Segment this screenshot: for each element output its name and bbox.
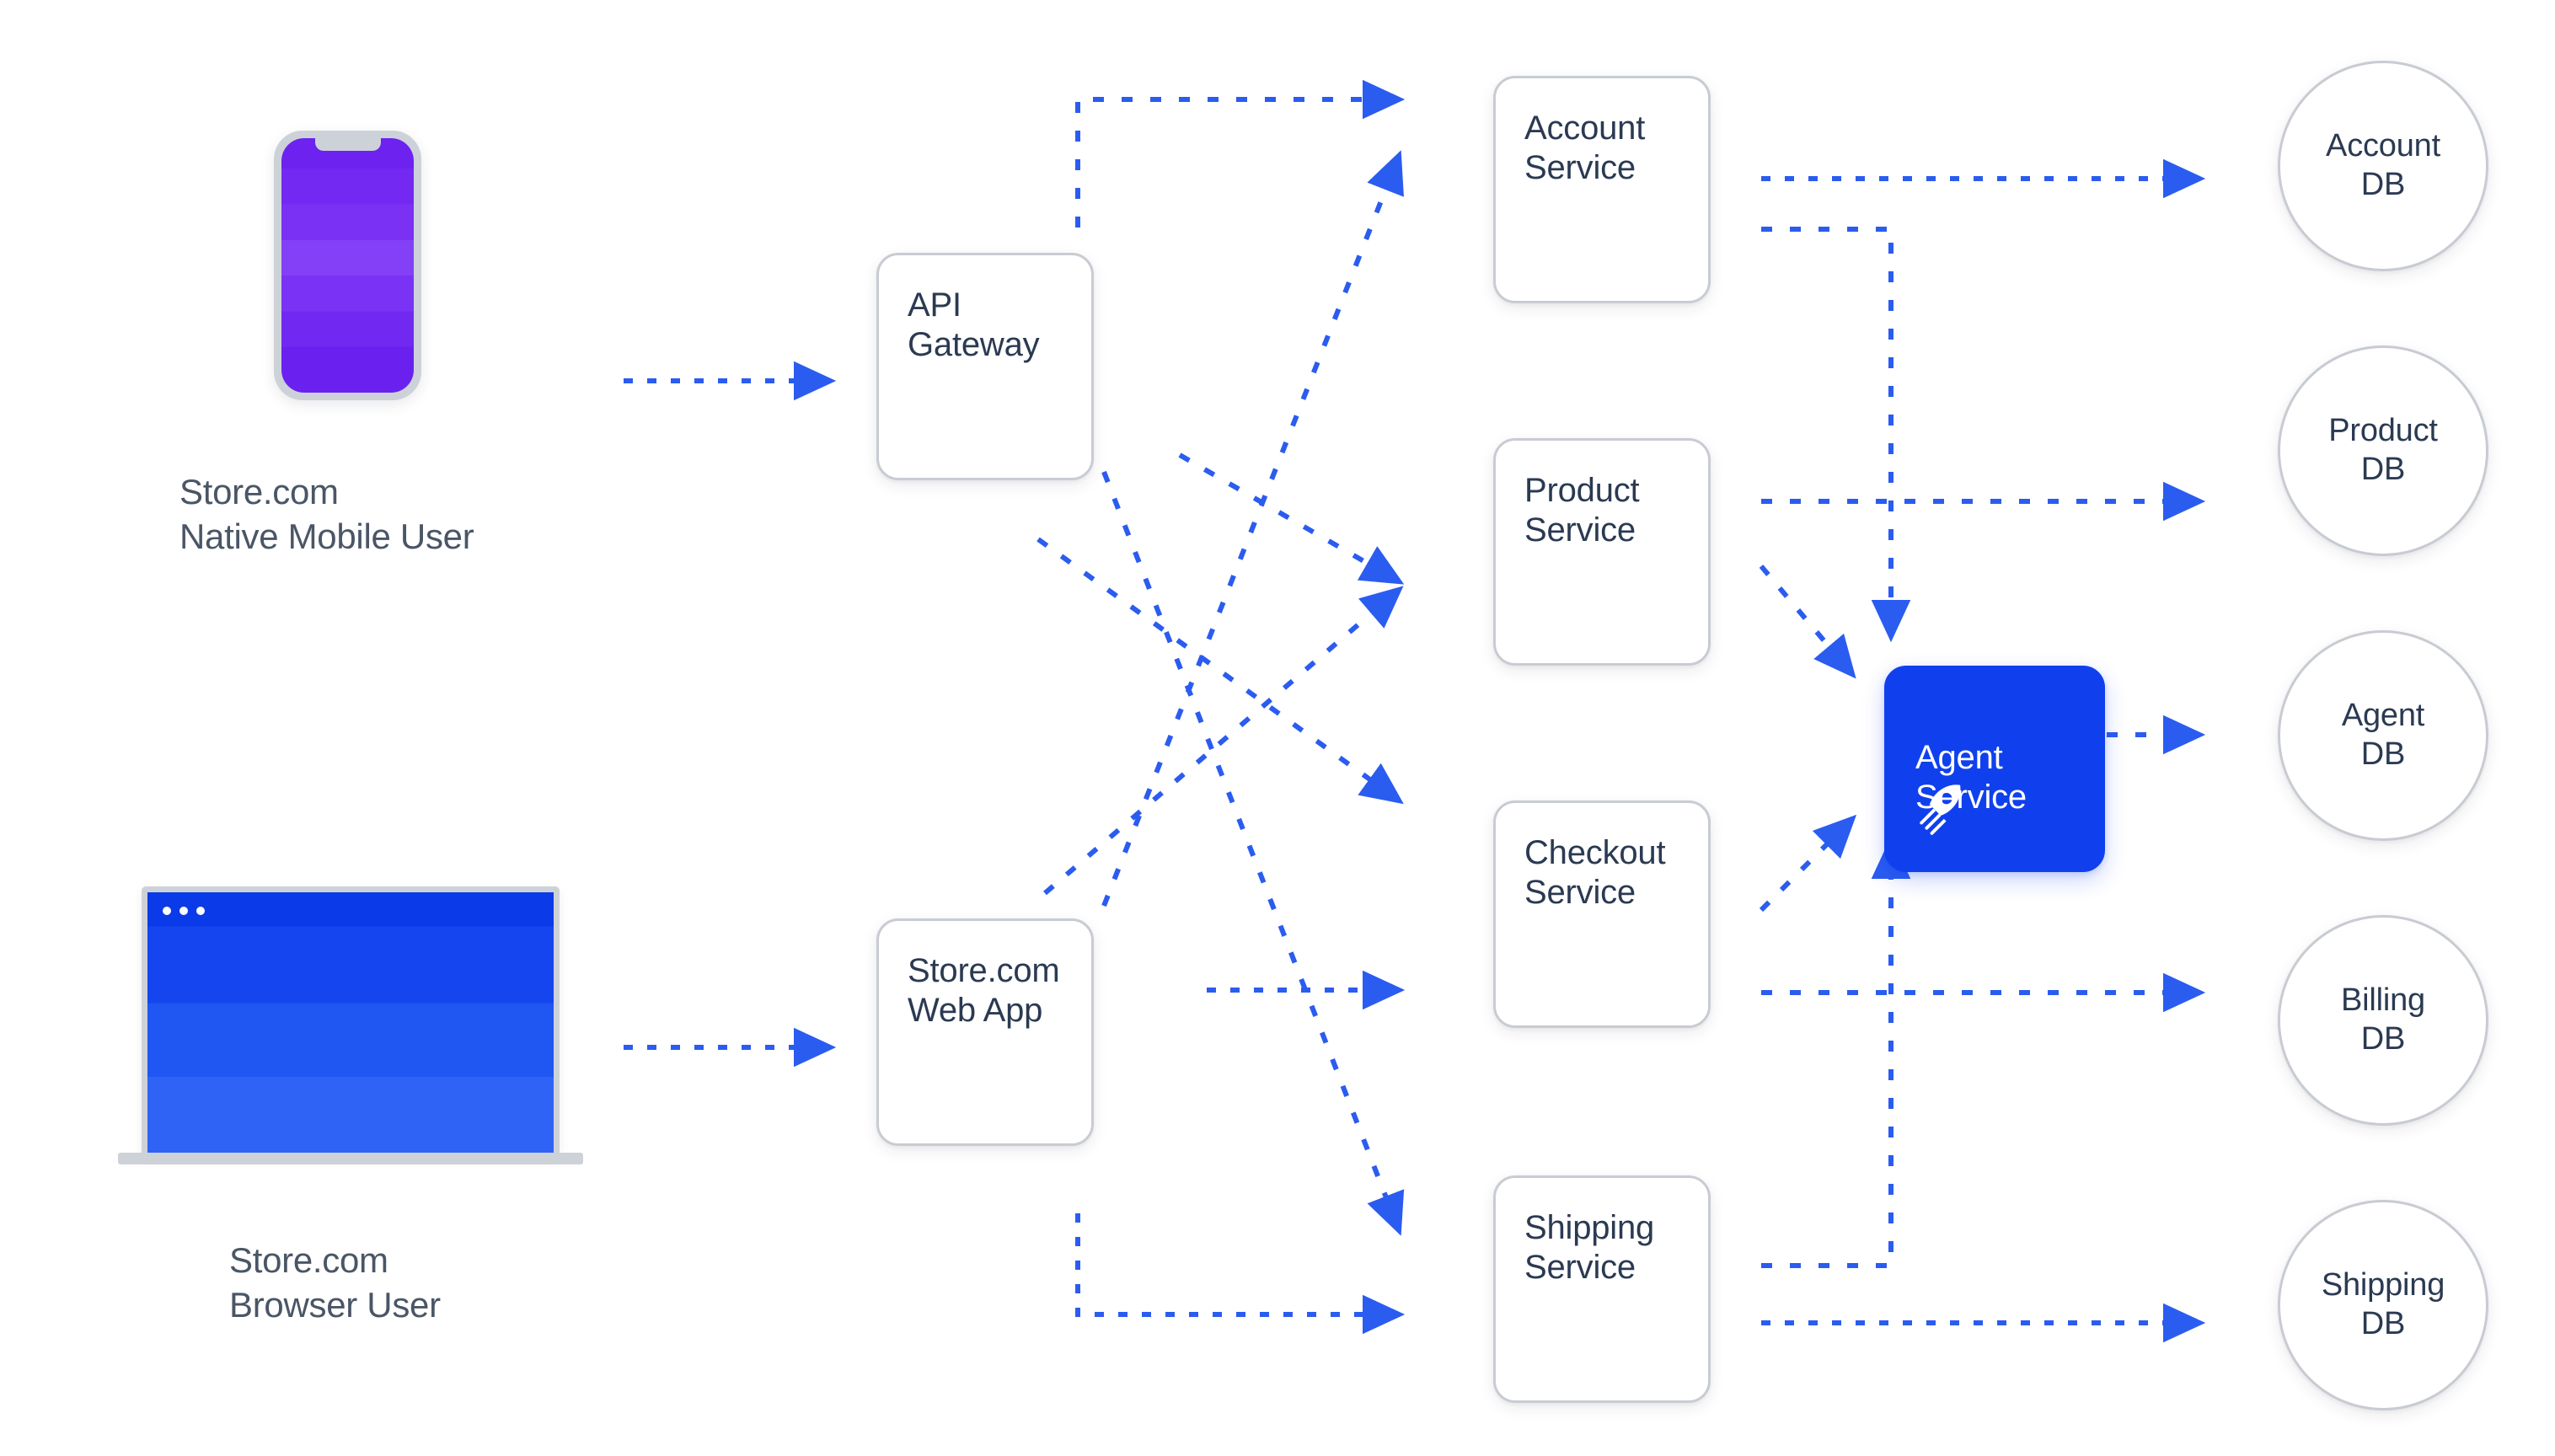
product-db-node[interactable]: Product DB: [2278, 345, 2488, 556]
edge-web-app-to-account-service: [1101, 150, 1404, 907]
edge-web-app-to-product-service: [1043, 586, 1404, 896]
account-db-node[interactable]: Account DB: [2278, 61, 2488, 271]
edge-account-service-to-agent-service: [1761, 227, 1911, 643]
shipping-service-node[interactable]: Shipping Service: [1493, 1175, 1711, 1403]
laptop-screen: [147, 892, 554, 1156]
rocket-icon: [1920, 784, 1961, 835]
agent-service-node[interactable]: Agent Service: [1884, 666, 2105, 872]
phone-screen: [281, 138, 414, 393]
edge-api-gateway-to-account-service: [1075, 79, 1406, 228]
account-service-node[interactable]: Account Service: [1493, 76, 1711, 303]
browser-user-label: Store.com Browser User: [229, 1240, 441, 1325]
smartphone-icon: [274, 131, 421, 400]
edge-web-app-to-shipping-service: [1075, 1213, 1406, 1335]
product-service-node[interactable]: Product Service: [1493, 438, 1711, 666]
billing-db-node[interactable]: Billing DB: [2278, 915, 2488, 1126]
checkout-service-node[interactable]: Checkout Service: [1493, 800, 1711, 1028]
edge-checkout-service-to-agent-service: [1759, 814, 1857, 913]
edge-api-gateway-to-shipping-service: [1101, 470, 1405, 1236]
edge-api-gateway-to-checkout-service: [1036, 537, 1404, 805]
phone-notch: [314, 138, 381, 151]
laptop-base: [118, 1153, 583, 1164]
web-app-node[interactable]: Store.com Web App: [876, 918, 1094, 1146]
shipping-db-node[interactable]: Shipping DB: [2278, 1200, 2488, 1410]
api-gateway-node[interactable]: API Gateway: [876, 253, 1094, 480]
edge-shipping-service-to-agent-service: [1761, 836, 1911, 1268]
window-dots-icon: [163, 907, 205, 915]
edge-product-service-to-agent-service: [1759, 565, 1856, 679]
agent-db-node[interactable]: Agent DB: [2278, 630, 2488, 841]
laptop-icon: [142, 886, 560, 1156]
edge-api-gateway-to-product-service: [1178, 452, 1405, 585]
mobile-user-label: Store.com Native Mobile User: [179, 472, 474, 556]
